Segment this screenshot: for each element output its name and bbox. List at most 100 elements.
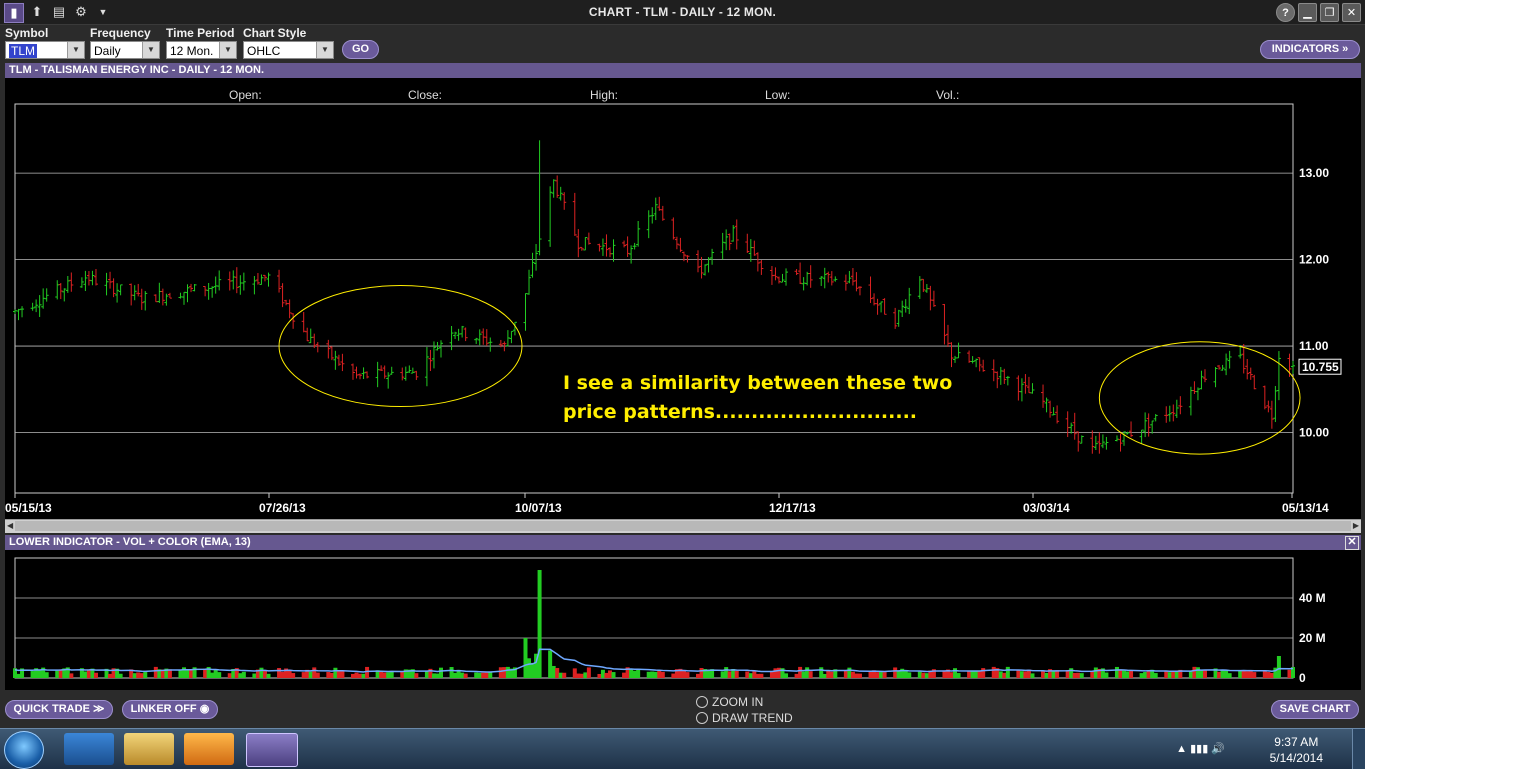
ohlc-bar — [653, 197, 658, 221]
period-value: 12 Mon. — [170, 44, 214, 58]
style-field: Chart Style OHLC ▼ — [243, 26, 334, 59]
main-chart-panel[interactable]: 10.00 11.00 12.00 13.00 05/15/13 07/26/13 10/0… — [5, 78, 1361, 519]
ohlc-bar — [1114, 435, 1119, 442]
ohlc-bar — [181, 291, 186, 305]
volume-bar — [1227, 673, 1232, 678]
ohlc-bar — [745, 233, 750, 253]
volume-bar — [808, 671, 813, 678]
volume-bar — [1044, 672, 1049, 678]
ohlc-bar — [453, 331, 458, 339]
ohlc-bar — [970, 356, 975, 364]
volume-bar — [453, 672, 458, 678]
volume-bar — [1188, 671, 1193, 678]
chart-app-task-icon[interactable] — [246, 733, 298, 767]
window-title: CHART - TLM - DAILY - 12 MON. — [588, 5, 777, 19]
volume-bar — [551, 665, 556, 678]
restore-button[interactable]: ❐ — [1320, 3, 1339, 22]
ohlc-bar — [1030, 383, 1035, 394]
volume-bar — [998, 671, 1003, 678]
go-button[interactable]: GO — [342, 40, 379, 59]
chevron-down-icon[interactable]: ▼ — [316, 42, 333, 58]
media-player-icon[interactable] — [184, 733, 234, 765]
scroll-right-icon[interactable]: ▶ — [1353, 521, 1359, 530]
ohlc-bar — [991, 359, 996, 382]
volume-bar — [474, 672, 479, 678]
taskbar-date: 5/14/2014 — [1269, 751, 1323, 765]
frequency-select[interactable]: Daily ▼ — [90, 41, 160, 59]
volume-bar — [69, 673, 74, 678]
volume-bar — [970, 670, 975, 678]
minimize-button[interactable]: ▁ — [1298, 3, 1317, 22]
ohlc-bar — [41, 288, 46, 309]
symbol-input[interactable]: TLM ▼ — [5, 41, 85, 59]
price-chart[interactable]: 10.00 11.00 12.00 13.00 05/15/13 07/26/13 10/0… — [5, 78, 1361, 519]
folder-icon[interactable] — [124, 733, 174, 765]
volume-bar — [868, 671, 873, 678]
scroll-left-icon[interactable]: ◀ — [7, 521, 13, 530]
symbol-field: Symbol TLM ▼ — [5, 26, 85, 59]
volume-bar — [1171, 671, 1176, 678]
show-desktop-button[interactable] — [1352, 729, 1365, 769]
volume-chart[interactable]: 0 20 M 40 M — [5, 550, 1361, 690]
ohlc-bar — [586, 232, 591, 245]
ohlc-bar — [189, 283, 194, 293]
ohlc-bar — [389, 366, 394, 375]
volume-bar — [1076, 672, 1081, 678]
ohlc-bar — [361, 367, 366, 380]
volume-bar — [748, 673, 753, 678]
ohlc-bar — [333, 350, 338, 370]
taskbar-clock[interactable]: 9:37 AM 5/14/2014 — [1270, 734, 1323, 766]
frequency-field: Frequency Daily ▼ — [90, 26, 160, 59]
period-select[interactable]: 12 Mon. ▼ — [166, 41, 237, 59]
chevron-down-icon[interactable]: ▼ — [67, 42, 84, 58]
horizontal-scrollbar[interactable]: ◀ ▶ — [5, 519, 1361, 533]
volume-bar — [439, 667, 443, 678]
linker-button[interactable]: LINKER OFF ◉ — [122, 700, 218, 719]
indicators-button[interactable]: INDICATORS » — [1260, 40, 1360, 59]
ohlc-bar — [1269, 400, 1274, 429]
ohlc-bar — [463, 327, 468, 342]
chart-application: ▮ ⬆ ▤ ⚙ ▼ CHART - TLM - DAILY - 12 MON. … — [0, 0, 1365, 769]
volume-bar — [956, 673, 961, 678]
date-tick-label: 12/17/13 — [769, 501, 816, 515]
volume-bar — [847, 667, 852, 678]
date-tick-label: 03/03/14 — [1023, 501, 1070, 515]
zoom-in-option[interactable]: ZOOM IN — [696, 695, 763, 709]
date-tick-label: 05/15/13 — [5, 501, 52, 515]
volume-bar — [1287, 669, 1292, 678]
volume-bar — [1019, 671, 1024, 678]
volume-bar — [819, 667, 824, 678]
volume-panel[interactable]: 0 20 M 40 M — [5, 550, 1361, 690]
chevron-down-icon[interactable]: ▼ — [219, 42, 236, 58]
help-button[interactable]: ? — [1276, 3, 1295, 22]
save-chart-button[interactable]: SAVE CHART — [1271, 700, 1359, 719]
radio-icon[interactable] — [696, 696, 708, 708]
system-tray-icons[interactable]: ▲ ▮▮▮ 🔊 — [1176, 742, 1225, 755]
ohlc-bar — [238, 275, 243, 295]
volume-bar — [1104, 672, 1109, 678]
ohlc-bar — [167, 292, 172, 299]
ohlc-bar — [748, 239, 753, 262]
volume-bar — [660, 671, 665, 678]
draw-trend-option[interactable]: DRAW TREND — [696, 711, 793, 725]
ohlc-bar — [1055, 405, 1060, 424]
internet-explorer-icon[interactable] — [64, 733, 114, 765]
ohlc-bar — [759, 260, 764, 275]
ohlc-bar — [280, 283, 285, 308]
volume-bar — [903, 671, 908, 678]
chevron-down-icon[interactable]: ▼ — [142, 42, 159, 58]
ohlc-bar — [407, 365, 412, 373]
quick-trade-button[interactable]: QUICK TRADE ≫ — [5, 700, 113, 719]
ohlc-bar — [875, 298, 880, 315]
ohlc-bar — [1167, 405, 1172, 422]
close-indicator-icon[interactable]: ✕ — [1345, 536, 1359, 550]
scroll-thumb[interactable] — [15, 521, 1351, 531]
ohlc-bar — [995, 371, 1000, 389]
ohlc-bar — [375, 361, 380, 388]
start-button[interactable] — [4, 731, 44, 769]
ohlc-bar — [1041, 384, 1046, 408]
ohlc-bar — [315, 342, 320, 353]
close-button[interactable]: ✕ — [1342, 3, 1361, 22]
chart-style-select[interactable]: OHLC ▼ — [243, 41, 334, 59]
radio-icon[interactable] — [696, 712, 708, 724]
